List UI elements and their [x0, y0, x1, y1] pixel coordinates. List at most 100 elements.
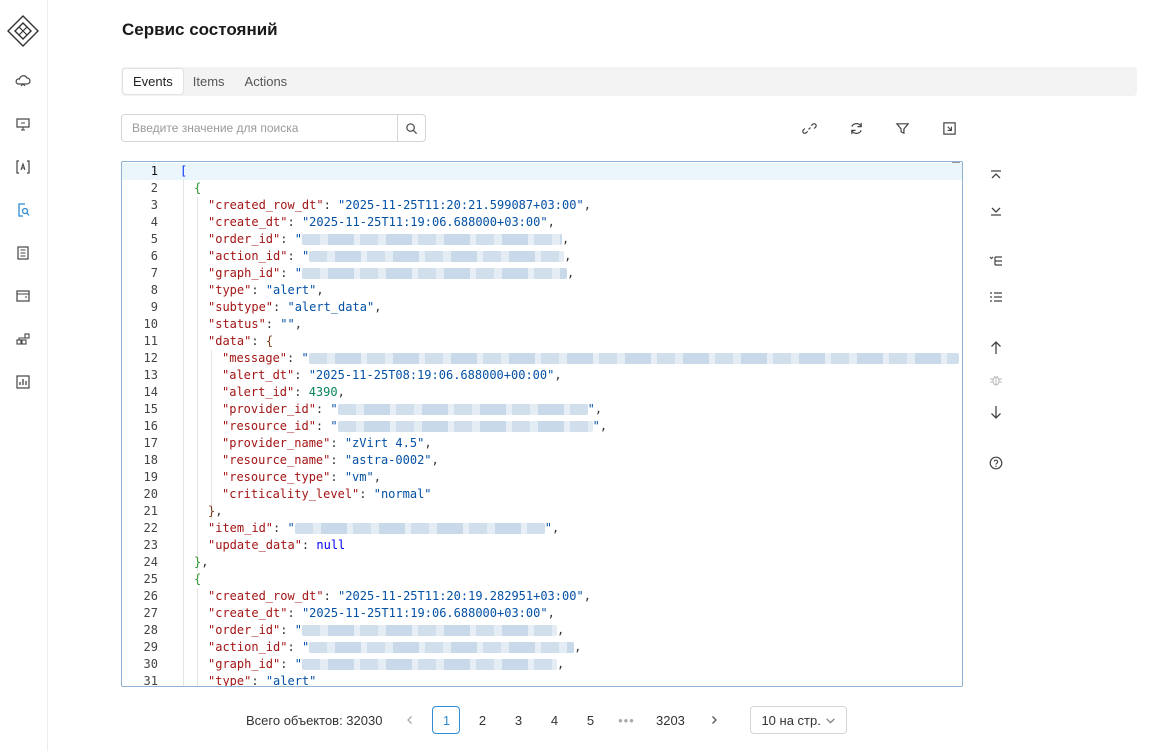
line-number: 21 [143, 504, 158, 518]
code-token: : [251, 334, 266, 348]
code-line[interactable]: 3 "created_row_dt": "2025-11-25T11:20:21.… [122, 197, 962, 214]
bug-icon[interactable] [986, 370, 1006, 390]
line-number: 1 [150, 164, 158, 178]
code-line[interactable]: 19 "resource_type": "vm", [122, 469, 962, 486]
code-text: }, [208, 503, 222, 520]
code-line[interactable]: 2{ [122, 180, 962, 197]
code-text: "subtype": "alert_data", [208, 299, 381, 316]
code-line[interactable]: 17 "provider_name": "zVirt 4.5", [122, 435, 962, 452]
code-line[interactable]: 25 { [122, 571, 962, 588]
code-text: "order_id": ", [208, 231, 569, 248]
code-line[interactable]: 26 "created_row_dt": "2025-11-25T11:20:19… [122, 588, 962, 605]
help-icon[interactable] [986, 453, 1006, 473]
code-line[interactable]: 1[ [122, 163, 962, 180]
code-line[interactable]: 6 "action_id": ", [122, 248, 962, 265]
page-button-5[interactable]: 5 [576, 706, 604, 734]
code-line[interactable]: 12 "message": " [122, 350, 962, 367]
code-token: "create_dt" [208, 215, 288, 229]
code-token: " [544, 521, 552, 535]
code-line[interactable]: 7 "graph_id": ", [122, 265, 962, 282]
logo-icon[interactable] [6, 14, 40, 48]
code-line[interactable]: 15 "provider_id": " ", [122, 401, 962, 418]
code-line[interactable]: 29 "action_id": ", [122, 639, 962, 656]
monitor-icon[interactable] [14, 115, 32, 133]
code-token: , [294, 317, 302, 331]
code-line[interactable]: 10 "status": "", [122, 316, 962, 333]
page-button-3[interactable]: 3 [504, 706, 532, 734]
search-document-icon[interactable] [14, 201, 32, 219]
json-editor[interactable]: 1[2{3 "created_row_dt": "2025-11-25T11:20… [121, 161, 963, 687]
code-token: "zVirt 4.5" [344, 436, 425, 450]
page-size-select[interactable]: 10 на стр. [750, 706, 848, 734]
link-icon[interactable] [799, 118, 819, 138]
code-line[interactable]: 28 "order_id": ", [122, 622, 962, 639]
code-line[interactable]: 21}, [122, 503, 962, 520]
page-ellipsis[interactable]: ••• [612, 706, 640, 734]
page-button-2[interactable]: 2 [468, 706, 496, 734]
code-token: : [294, 385, 309, 399]
code-brackets-icon[interactable] [14, 158, 32, 176]
code-token: , [431, 453, 439, 467]
line-number: 10 [143, 317, 158, 331]
search-button[interactable] [397, 115, 425, 141]
tab-events[interactable]: Events [123, 69, 183, 94]
wallet-icon[interactable] [14, 287, 32, 305]
arrow-down-icon[interactable] [986, 402, 1006, 422]
code-line[interactable]: 8 "type": "alert", [122, 282, 962, 299]
code-token: "message" [222, 351, 288, 365]
code-line[interactable]: 31 "type": "alert" [122, 673, 962, 686]
prev-page-button[interactable] [396, 706, 424, 734]
code-line[interactable]: 30 "graph_id": ", [122, 656, 962, 673]
code-token: "subtype" [208, 300, 274, 314]
filter-icon[interactable] [892, 118, 912, 138]
code-text: "resource_id": " ", [222, 418, 607, 435]
line-number: 5 [150, 232, 158, 246]
code-token: : [287, 215, 302, 229]
code-line[interactable]: 23 "update_data": null [122, 537, 962, 554]
report-icon[interactable] [14, 373, 32, 391]
code-line[interactable]: 4 "create_dt": "2025-11-25T11:19:06.68800… [122, 214, 962, 231]
code-line[interactable]: 16 "resource_id": " ", [122, 418, 962, 435]
page-button-1[interactable]: 1 [432, 706, 461, 734]
code-text: "provider_name": "zVirt 4.5", [222, 435, 432, 452]
code-line[interactable]: 11 "data": { [122, 333, 962, 350]
next-page-button[interactable] [700, 706, 728, 734]
code-line[interactable]: 9 "subtype": "alert_data", [122, 299, 962, 316]
code-token: , [215, 504, 223, 518]
code-token: "resource_type" [222, 470, 331, 484]
code-line[interactable]: 13 "alert_dt": "2025-11-25T08:19:06.68800… [122, 367, 962, 384]
network-icon[interactable] [14, 330, 32, 348]
refresh-icon[interactable] [846, 118, 866, 138]
code-token: : [280, 623, 295, 637]
code-line[interactable]: 5 "order_id": ", [122, 231, 962, 248]
search-input[interactable] [122, 115, 397, 141]
code-token: : [359, 487, 374, 501]
expand-icon[interactable] [939, 118, 959, 138]
code-line[interactable]: 18 "resource_name": "astra-0002", [122, 452, 962, 469]
sidebar [0, 0, 48, 751]
code-token: : [294, 368, 309, 382]
cloud-icon[interactable] [14, 72, 32, 90]
code-line[interactable]: 27 "create_dt": "2025-11-25T11:19:06.6880… [122, 605, 962, 622]
code-token: " [294, 657, 302, 671]
code-token: "normal" [373, 487, 432, 501]
code-line[interactable]: 20 "criticality_level": "normal" [122, 486, 962, 503]
code-line[interactable]: 14 "alert_id": 4390, [122, 384, 962, 401]
page-button-last[interactable]: 3203 [648, 706, 692, 734]
tab-items[interactable]: Items [183, 69, 235, 94]
tab-actions[interactable]: Actions [235, 69, 298, 94]
code-token: , [316, 283, 324, 297]
code-token: " [301, 249, 310, 263]
page-button-4[interactable]: 4 [540, 706, 568, 734]
code-token: "2025-11-25T11:19:06.688000+03:00" [301, 215, 548, 229]
code-token: "alert" [265, 283, 317, 297]
arrow-up-icon[interactable] [986, 338, 1006, 358]
code-token: , [564, 249, 572, 263]
code-line[interactable]: 22 "item_id": " ", [122, 520, 962, 537]
scroll-top-icon[interactable] [986, 166, 1006, 186]
scroll-bottom-icon[interactable] [986, 200, 1006, 220]
list-document-icon[interactable] [14, 244, 32, 262]
fold-icon[interactable] [986, 251, 1006, 271]
unfold-icon[interactable] [986, 287, 1006, 307]
code-line[interactable]: 24}, [122, 554, 962, 571]
